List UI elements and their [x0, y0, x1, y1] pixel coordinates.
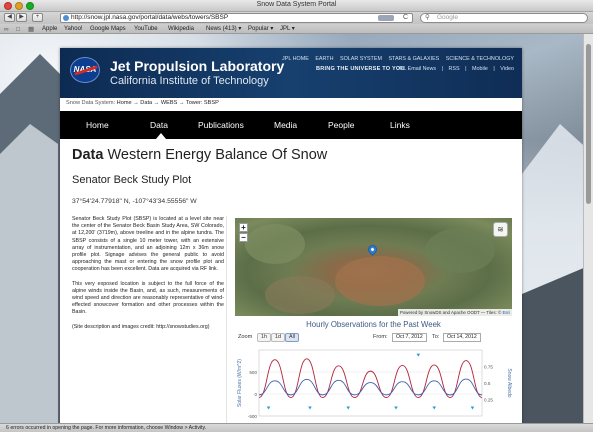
bookmark-item[interactable]: Popular ▾: [248, 24, 273, 34]
y-tick-label: 500: [249, 370, 257, 375]
page-scrollbar[interactable]: [583, 34, 593, 423]
forward-button[interactable]: ▶: [16, 13, 27, 22]
bookmark-item[interactable]: Wikipedia: [168, 24, 194, 34]
y-axis-label: Solar Fluxes (W/m^2): [237, 359, 243, 407]
site-name: Senator Beck Study Plot: [72, 174, 192, 186]
zoom-label: Zoom: [238, 334, 253, 340]
site-header: NASA Jet Propulsion Laboratory Californi…: [60, 48, 522, 98]
web-page: NASA Jet Propulsion Laboratory Californi…: [60, 48, 522, 426]
window-title: Snow Data System Portal: [256, 1, 337, 8]
active-nav-indicator: [156, 133, 166, 139]
zoom-1d-button[interactable]: 1d: [271, 333, 285, 342]
url-text: http://snow.jpl.nasa.gov/portal/data/web…: [71, 14, 229, 21]
site-coordinates: 37°54'24.77918" N, -107°43'34.55556" W: [72, 198, 197, 205]
site-map[interactable]: + − ≋ Powered by SnowDS and Apache OODT …: [235, 218, 512, 316]
page-title-rest: Western Energy Balance Of Snow: [103, 147, 328, 163]
org-subtitle: California Institute of Technology: [110, 75, 269, 87]
top-link[interactable]: STARS & GALAXIES: [388, 56, 439, 62]
attribution-text: Powered by SnowDS and Apache OODT — Tile…: [399, 310, 502, 315]
tagline: BRING THE UNIVERSE TO YOU: [316, 66, 405, 72]
from-date-input[interactable]: Oct 7, 2012: [392, 333, 427, 342]
map-pin-icon[interactable]: [366, 243, 379, 256]
observations-chart[interactable]: 500 0 -500 0.75 0.5 0.25 Solar Fluxes (W/m^2) S…: [235, 344, 512, 426]
to-date-input[interactable]: Oct 14, 2012: [443, 333, 481, 342]
chart-title: Hourly Observations for the Past Week: [306, 320, 441, 329]
description-paragraph: Senator Beck Study Plot (SBSP) is locate…: [72, 216, 224, 273]
browser-toolbar: ◀ ▶ + http://snow.jpl.nasa.gov/portal/da…: [0, 12, 593, 24]
zoom-all-button[interactable]: All: [285, 333, 299, 342]
bookmark-item[interactable]: YouTube: [134, 24, 158, 34]
top-link[interactable]: SOLAR SYSTEM: [340, 56, 382, 62]
terrain-patch: [425, 228, 495, 273]
add-bookmark-button[interactable]: +: [32, 13, 43, 22]
rss-icon[interactable]: [378, 15, 394, 21]
description-paragraph: This very exposed location is subject to…: [72, 280, 224, 316]
zoom-1h-button[interactable]: 1h: [257, 333, 271, 342]
util-link[interactable]: JPL Email News: [397, 66, 436, 72]
to-label: To:: [432, 334, 440, 340]
breadcrumb: Snow Data System: Home → Data → WEBS → T…: [66, 100, 219, 106]
map-zoom-out-button[interactable]: −: [239, 233, 248, 242]
y2-tick-label: 0.75: [484, 365, 493, 370]
layers-icon[interactable]: ≋: [493, 222, 508, 237]
y-tick-label: -500: [248, 414, 258, 419]
page-title: Data Western Energy Balance Of Snow: [72, 147, 327, 163]
util-separator: |: [441, 66, 443, 72]
map-zoom-in-button[interactable]: +: [239, 223, 248, 232]
pin-dot: [370, 247, 375, 252]
top-link[interactable]: EARTH: [315, 56, 333, 62]
bookmark-item[interactable]: Google Maps: [90, 24, 126, 34]
bookmark-item[interactable]: JPL ▾: [280, 24, 295, 34]
nav-people[interactable]: People: [328, 111, 354, 139]
utility-links: JPL Email News | RSS | Mobile | Video: [393, 66, 514, 72]
reload-icon[interactable]: C: [403, 14, 408, 22]
column-divider: [226, 216, 227, 426]
top-link[interactable]: JPL HOME: [282, 56, 309, 62]
nav-publications[interactable]: Publications: [198, 111, 244, 139]
org-name[interactable]: Jet Propulsion Laboratory: [110, 58, 284, 74]
status-bar: 6 errors occurred in opening the page. F…: [0, 423, 593, 432]
breadcrumb-path[interactable]: : Home → Data → WEBS → Tower: SBSP: [114, 100, 219, 106]
map-attribution: Powered by SnowDS and Apache OODT — Tile…: [397, 309, 512, 316]
bookmark-item[interactable]: Yahoo!: [64, 24, 83, 34]
util-separator: |: [465, 66, 467, 72]
bookmark-item[interactable]: Apple: [42, 24, 57, 34]
terrain-patch: [245, 224, 305, 264]
y-tick-label: 0: [254, 392, 257, 397]
util-link[interactable]: RSS: [449, 66, 460, 72]
search-icon: ⚲: [425, 14, 430, 21]
search-input[interactable]: ⚲ Google: [420, 13, 588, 23]
back-button[interactable]: ◀: [4, 13, 15, 22]
nav-home[interactable]: Home: [86, 111, 109, 139]
globe-icon: [63, 15, 69, 21]
terrain-patch: [335, 256, 425, 306]
y2-tick-label: 0.25: [484, 398, 493, 403]
terrain-patch: [265, 276, 335, 314]
window-titlebar: Snow Data System Portal: [0, 0, 593, 12]
attribution-link[interactable]: Esri: [502, 310, 510, 315]
description-credit: (Site description and images credit: htt…: [72, 323, 210, 330]
top-links: JPL HOME EARTH SOLAR SYSTEM STARS & GALA…: [277, 56, 514, 62]
scrollbar-thumb[interactable]: [586, 44, 591, 204]
address-bar[interactable]: http://snow.jpl.nasa.gov/portal/data/web…: [60, 13, 413, 23]
page-title-bold: Data: [72, 147, 104, 163]
bookmarks-bar: ∞ □ ▦ Apple Yahoo! Google Maps YouTube W…: [0, 24, 593, 34]
nav-links[interactable]: Links: [390, 111, 410, 139]
util-link[interactable]: Mobile: [472, 66, 488, 72]
nasa-logo[interactable]: NASA: [70, 57, 100, 83]
util-link[interactable]: Video: [500, 66, 514, 72]
nav-media[interactable]: Media: [274, 111, 297, 139]
top-link[interactable]: SCIENCE & TECHNOLOGY: [446, 56, 514, 62]
main-nav: Home Data Publications Media People Link…: [60, 111, 522, 139]
y2-axis-label: Snow Albedo: [506, 368, 512, 397]
bookmark-item[interactable]: News (413) ▾: [206, 24, 241, 34]
search-placeholder: Google: [437, 14, 458, 21]
from-label: From:: [373, 334, 388, 340]
breadcrumb-root[interactable]: Snow Data System: [66, 100, 114, 106]
site-description: Senator Beck Study Plot (SBSP) is locate…: [72, 216, 224, 338]
y2-tick-label: 0.5: [484, 381, 491, 386]
util-separator: |: [493, 66, 495, 72]
